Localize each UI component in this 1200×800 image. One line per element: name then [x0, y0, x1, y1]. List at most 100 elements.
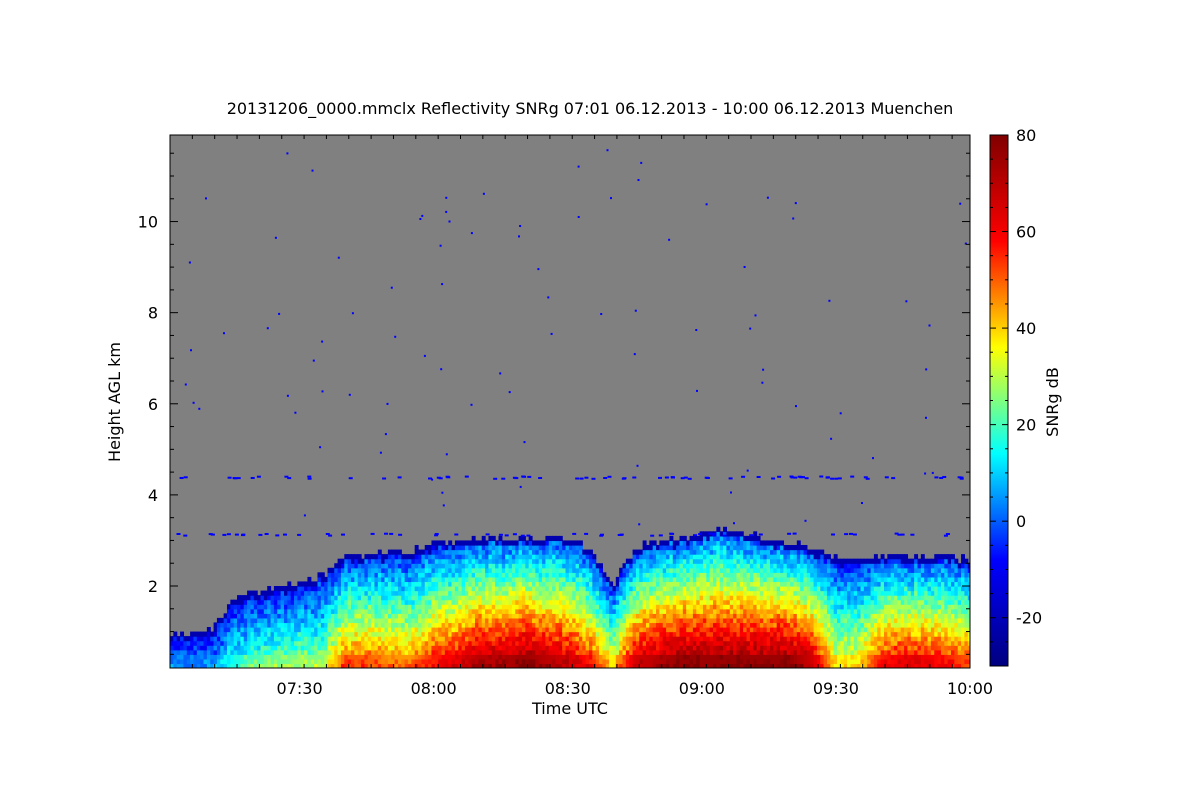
- heatmap-cell: [468, 604, 473, 610]
- heatmap-cell: [434, 613, 439, 619]
- heatmap-cell: [743, 540, 748, 546]
- heatmap-cell: [418, 617, 422, 624]
- heatmap-cell: [247, 604, 252, 610]
- heatmap-cell: [776, 627, 781, 633]
- heatmap-cell: [672, 627, 677, 633]
- heatmap-cell: [535, 563, 540, 569]
- heatmap-cell: [826, 613, 831, 619]
- heatmap-cell: [810, 645, 815, 651]
- heatmap-cell: [330, 599, 335, 605]
- heatmap-cell: [726, 631, 731, 637]
- heatmap-cell: [193, 640, 198, 646]
- heatmap-cell: [485, 554, 490, 560]
- heatmap-cell: [689, 645, 694, 651]
- heatmap-cell: [451, 586, 456, 592]
- heatmap-cell: [401, 608, 406, 614]
- heatmap-cell: [247, 640, 252, 646]
- heatmap-cell: [381, 654, 386, 660]
- heatmap-cell: [418, 563, 422, 569]
- heatmap-cell: [434, 581, 439, 587]
- heatmap-cell: [672, 631, 677, 637]
- heatmap-cell: [709, 586, 714, 592]
- heatmap-cell: [726, 590, 731, 596]
- heatmap-cell: [709, 613, 714, 619]
- heatmap-cell: [210, 658, 215, 665]
- heatmap-cell: [451, 576, 456, 583]
- heatmap-cell: [280, 636, 285, 642]
- heatmap-cell: [210, 649, 215, 655]
- heatmap-cell: [434, 654, 439, 660]
- heatmap-cell: [297, 654, 302, 660]
- heatmap-cell: [364, 622, 369, 628]
- heatmap-cell: [588, 590, 593, 596]
- heatmap-cell: [810, 567, 815, 573]
- heatmap-cell: [793, 627, 798, 633]
- heatmap-cell: [330, 576, 335, 583]
- heatmap-cell: [451, 590, 456, 596]
- heatmap-cell: [689, 599, 694, 605]
- heatmap-cell: [501, 622, 506, 628]
- heatmap-cell: [555, 576, 560, 583]
- heatmap-cell: [307, 576, 312, 583]
- heatmap-cell: [535, 540, 540, 546]
- heatmap-cell: [280, 627, 285, 633]
- heatmap-cell: [263, 622, 268, 628]
- heatmap-cell: [743, 549, 748, 555]
- heatmap-cell: [743, 554, 748, 560]
- heatmap-cell: [847, 613, 852, 619]
- heatmap-cell: [726, 545, 731, 551]
- heatmap-cell: [743, 604, 748, 610]
- heatmap-cell: [314, 586, 319, 592]
- heatmap-cell: [656, 590, 660, 596]
- heatmap-cell: [451, 558, 456, 564]
- heatmap-cell: [622, 645, 627, 651]
- heatmap-cell: [518, 576, 523, 583]
- heatmap-cell: [555, 613, 560, 619]
- heatmap-cell: [793, 622, 798, 628]
- heatmap-cell: [709, 572, 714, 578]
- heatmap-cell: [776, 572, 781, 578]
- heatmap-cell: [709, 649, 714, 655]
- heatmap-cell: [418, 576, 422, 583]
- heatmap-cell: [555, 567, 560, 573]
- heatmap-cell: [434, 572, 439, 578]
- heatmap-cell: [501, 613, 506, 619]
- heatmap-cell: [518, 604, 523, 610]
- heatmap-cell: [481, 535, 486, 542]
- heatmap-cell: [555, 617, 560, 624]
- heatmap-cell: [826, 554, 831, 560]
- heatmap-cell: [364, 595, 369, 601]
- heatmap-cell: [226, 627, 231, 633]
- heatmap-cell: [669, 535, 674, 542]
- heatmap-cell: [535, 558, 540, 564]
- heatmap-cell: [743, 608, 748, 614]
- heatmap-cell: [743, 590, 748, 596]
- heatmap-cell: [347, 631, 352, 637]
- heatmap-cell: [810, 563, 815, 569]
- heatmap-cell: [518, 558, 523, 564]
- heatmap-cell: [709, 595, 714, 601]
- heatmap-cell: [863, 631, 868, 637]
- heatmap-cell: [501, 649, 506, 655]
- heatmap-cell: [709, 654, 714, 660]
- heatmap-cell: [485, 654, 490, 660]
- heatmap-cell: [709, 617, 714, 624]
- heatmap-cell: [826, 567, 831, 573]
- heatmap-cell: [414, 545, 419, 551]
- heatmap-cell: [572, 581, 577, 587]
- heatmap-cell: [518, 636, 523, 642]
- heatmap-cell: [709, 622, 714, 628]
- heatmap-cell: [468, 595, 473, 601]
- heatmap-cell: [776, 586, 781, 592]
- heatmap-cell: [434, 608, 439, 614]
- heatmap-cell: [434, 645, 439, 651]
- heatmap-cell: [588, 563, 593, 569]
- heatmap-cell: [780, 540, 785, 546]
- heatmap-cell: [743, 649, 748, 655]
- heatmap-cell: [847, 581, 852, 587]
- heatmap-cell: [418, 654, 422, 660]
- heatmap-cell: [726, 549, 731, 555]
- heatmap-cell: [847, 608, 852, 614]
- heatmap-cell: [743, 654, 748, 660]
- heatmap-cell: [518, 549, 523, 555]
